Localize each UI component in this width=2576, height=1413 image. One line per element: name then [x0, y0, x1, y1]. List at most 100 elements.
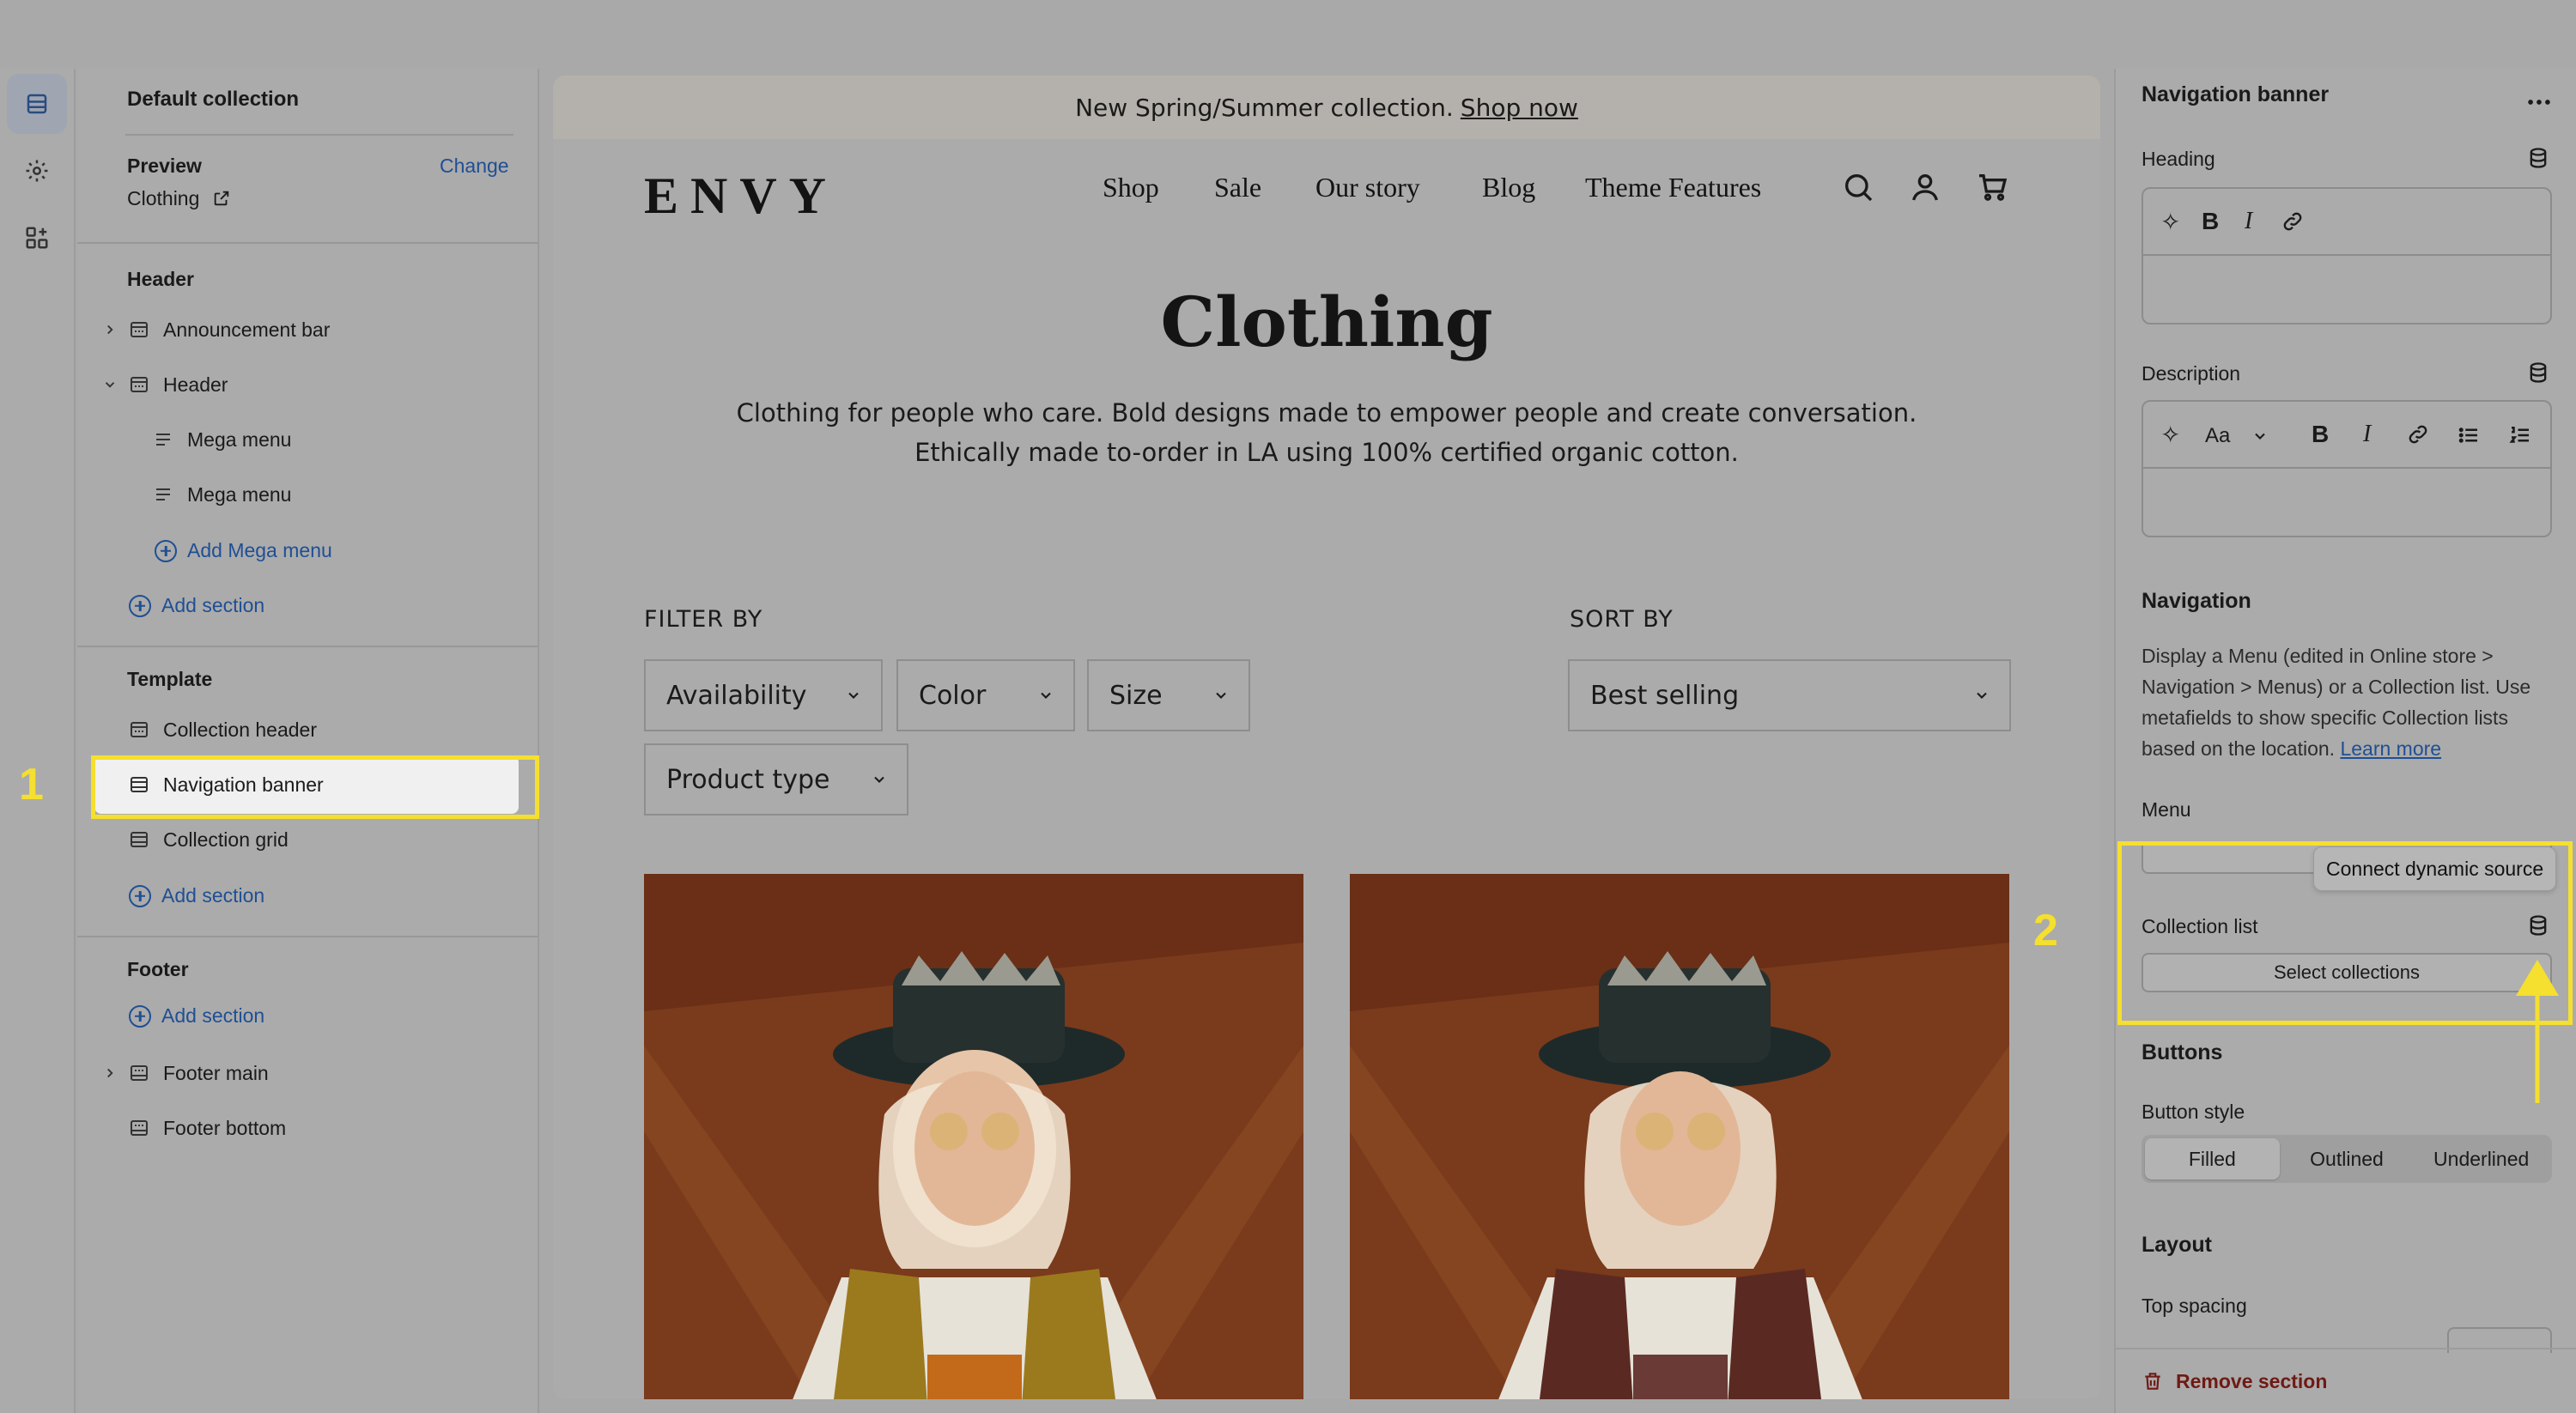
- add-section-button-template[interactable]: Add section: [129, 884, 264, 907]
- tree-item-label: Mega menu: [187, 428, 292, 451]
- cart-icon[interactable]: [1975, 170, 2009, 204]
- annotation-arrow-icon: [2516, 960, 2559, 1103]
- theme-settings-nav-button[interactable]: [7, 141, 67, 201]
- editor-toolbar: ✧ B I: [2143, 189, 2550, 256]
- preview-value-text: Clothing: [127, 187, 200, 209]
- filter-size-dropdown[interactable]: Size: [1087, 659, 1250, 731]
- preview-value: Clothing: [127, 187, 231, 210]
- preview-label: Preview: [127, 155, 202, 177]
- expand-chevron-icon[interactable]: [101, 321, 118, 338]
- sort-dropdown[interactable]: Best selling: [1568, 659, 2011, 731]
- filter-color-dropdown[interactable]: Color: [896, 659, 1075, 731]
- tree-item-collection-header[interactable]: Collection header: [127, 713, 317, 747]
- nav-link-sale[interactable]: Sale: [1214, 172, 1261, 203]
- numbered-list-icon[interactable]: [2507, 422, 2533, 448]
- sort-by-label: SORT BY: [1570, 606, 1674, 633]
- product-photo-graphic: [1350, 874, 2009, 1399]
- dynamic-source-icon[interactable]: [2526, 361, 2550, 385]
- shop-now-link[interactable]: Shop now: [1461, 94, 1578, 122]
- product-image[interactable]: [644, 874, 1303, 1399]
- chevron-down-icon: [1977, 692, 1987, 699]
- tree-item-header[interactable]: Header: [127, 367, 228, 402]
- button-style-label: Button style: [2142, 1101, 2245, 1123]
- dynamic-source-icon[interactable]: [2526, 146, 2550, 170]
- apps-nav-button[interactable]: [7, 208, 67, 268]
- sections-panel: Default collection Preview Change Clothi…: [77, 69, 539, 1413]
- bold-icon[interactable]: B: [2202, 208, 2219, 235]
- italic-icon[interactable]: I: [2363, 421, 2371, 448]
- sections-nav-button[interactable]: [7, 74, 67, 134]
- template-group-label: Template: [127, 668, 213, 690]
- remove-section-button[interactable]: Remove section: [2116, 1348, 2576, 1413]
- change-preview-link[interactable]: Change: [440, 155, 509, 178]
- font-size-dropdown[interactable]: Aa: [2205, 424, 2230, 448]
- nav-link-theme-features[interactable]: Theme Features: [1585, 172, 1761, 203]
- editor-toolbar: ✧ Aa B I: [2143, 402, 2550, 469]
- dropdown-label: Color: [919, 680, 987, 711]
- divider: [77, 242, 538, 244]
- ai-sparkle-icon[interactable]: ✧: [2160, 208, 2180, 236]
- chevron-down-icon: [874, 776, 884, 783]
- dropdown-label: Product type: [666, 764, 830, 795]
- button-style-outlined[interactable]: Outlined: [2280, 1138, 2415, 1180]
- nav-link-blog[interactable]: Blog: [1482, 172, 1535, 203]
- collection-heading: Clothing: [1160, 282, 1493, 362]
- chevron-down-icon[interactable]: [2251, 428, 2269, 445]
- section-icon: [127, 828, 151, 852]
- heading-label: Heading: [2142, 148, 2215, 170]
- chevron-down-icon: [1216, 692, 1226, 699]
- product-photo-graphic: [644, 874, 1303, 1399]
- chevron-down-icon: [848, 692, 859, 699]
- add-section-button-footer[interactable]: Add section: [129, 1004, 264, 1028]
- add-section-label: Add section: [161, 594, 265, 616]
- expand-chevron-icon[interactable]: [101, 1064, 118, 1082]
- trash-icon: [2145, 1373, 2160, 1390]
- tree-item-mega-menu[interactable]: Mega menu: [151, 477, 291, 512]
- tree-item-footer-main[interactable]: Footer main: [127, 1056, 269, 1090]
- tree-item-mega-menu[interactable]: Mega menu: [151, 422, 291, 457]
- link-icon[interactable]: [2281, 209, 2305, 233]
- tree-item-collection-grid[interactable]: Collection grid: [127, 822, 289, 857]
- store-logo[interactable]: ENVY: [644, 167, 838, 226]
- navigation-help-text: Display a Menu (edited in Online store >…: [2142, 640, 2552, 764]
- tree-item-announcement-bar[interactable]: Announcement bar: [127, 312, 330, 347]
- nav-link-shop[interactable]: Shop: [1103, 172, 1159, 203]
- bold-icon[interactable]: B: [2312, 421, 2329, 448]
- chevron-down-icon: [1041, 692, 1051, 699]
- footer-section-icon: [127, 1061, 151, 1085]
- add-section-button-header[interactable]: Add section: [129, 594, 264, 617]
- dropdown-label: Size: [1109, 680, 1163, 711]
- product-image[interactable]: [1350, 874, 2009, 1399]
- heading-editor[interactable]: ✧ B I: [2142, 187, 2552, 324]
- bullet-list-icon[interactable]: [2456, 422, 2482, 448]
- highlight-box-1: [91, 755, 539, 819]
- add-circle-icon: [155, 539, 177, 562]
- italic-icon[interactable]: I: [2245, 208, 2252, 235]
- button-style-filled[interactable]: Filled: [2145, 1138, 2280, 1180]
- add-mega-menu-button[interactable]: Add Mega menu: [155, 539, 332, 562]
- ai-sparkle-icon[interactable]: ✧: [2160, 421, 2180, 449]
- description-editor[interactable]: ✧ Aa B I: [2142, 400, 2552, 537]
- filter-availability-dropdown[interactable]: Availability: [644, 659, 883, 731]
- learn-more-link[interactable]: Learn more: [2340, 737, 2441, 760]
- nav-link-our-story[interactable]: Our story: [1315, 172, 1420, 203]
- collapse-chevron-icon[interactable]: [101, 376, 118, 393]
- collection-description-line2: Ethically made to-order in LA using 100%…: [914, 438, 1739, 467]
- header-group-label: Header: [127, 268, 194, 290]
- dropdown-label: Best selling: [1590, 680, 1740, 711]
- tree-item-label: Header: [163, 373, 228, 396]
- link-icon[interactable]: [2406, 422, 2430, 446]
- add-mega-menu-label: Add Mega menu: [187, 539, 332, 561]
- filter-product-type-dropdown[interactable]: Product type: [644, 743, 908, 816]
- tree-item-footer-bottom[interactable]: Footer bottom: [127, 1111, 286, 1145]
- more-options-icon[interactable]: [2524, 88, 2554, 117]
- divider: [125, 134, 513, 136]
- search-icon[interactable]: [1841, 170, 1875, 204]
- sidebar-rail: [0, 69, 76, 1413]
- account-icon[interactable]: [1908, 170, 1942, 204]
- announcement-text: New Spring/Summer collection.: [1075, 93, 1454, 122]
- text-block-icon: [151, 428, 175, 452]
- text-block-icon: [151, 482, 175, 506]
- button-style-underlined[interactable]: Underlined: [2414, 1138, 2549, 1180]
- external-link-icon[interactable]: [212, 189, 231, 208]
